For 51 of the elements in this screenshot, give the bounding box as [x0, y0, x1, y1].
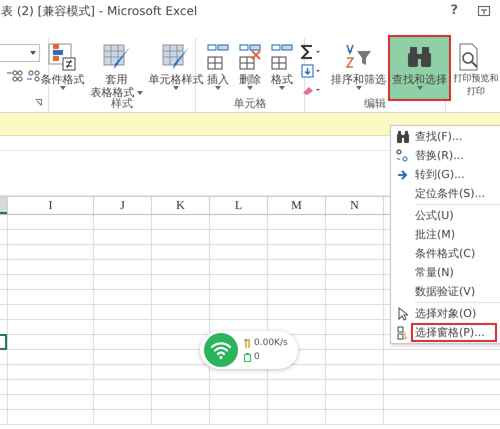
sum-icon[interactable]: [301, 45, 323, 59]
ribbon-button[interactable]: 格式: [267, 41, 297, 100]
column-header[interactable]: K: [151, 197, 209, 214]
menu-item[interactable]: 选择窗格(P)...: [411, 323, 497, 342]
column-header[interactable]: [0, 197, 7, 214]
cells-icon: [237, 43, 263, 71]
phone-icon: [244, 352, 251, 362]
ribbon-button[interactable]: 查找和选择: [390, 37, 449, 99]
menu-item[interactable]: 定位条件(S)...: [391, 184, 500, 203]
sort-filter-icon: [344, 43, 374, 71]
group-label: 编辑: [364, 96, 386, 111]
ribbon-button[interactable]: 条件格式: [38, 41, 86, 100]
menu-item[interactable]: 转到(G)...: [391, 165, 500, 184]
cells-icon: [269, 43, 295, 71]
column-header[interactable]: J: [93, 197, 151, 214]
column-header[interactable]: I: [7, 197, 93, 214]
fill-down-icon[interactable]: [301, 64, 323, 78]
menu-item[interactable]: 替换(R)...: [391, 146, 500, 165]
menu-item[interactable]: 数据验证(V): [391, 282, 500, 301]
selection-pane-icon: [397, 326, 409, 340]
group-label: 单元格: [234, 96, 266, 111]
menu-item[interactable]: 选择对象(O): [391, 304, 500, 323]
menu-item[interactable]: 常量(N): [391, 263, 500, 282]
increase-decimal-icon[interactable]: [6, 70, 24, 82]
speed-text: 0.00K/s: [254, 338, 288, 348]
window-title: 表 (2) [兼容模式] - Microsoft Excel: [1, 3, 198, 20]
menu-item[interactable]: 查找(F)...: [391, 127, 500, 146]
menu-item[interactable]: 公式(U): [391, 206, 500, 225]
menu-item[interactable]: 批注(M): [391, 225, 500, 244]
device-count: 0: [254, 352, 260, 362]
ribbon-button[interactable]: 单元格样式: [146, 41, 206, 100]
transfer-icon: [244, 338, 251, 348]
dialog-launcher-icon[interactable]: [35, 99, 42, 106]
binoculars-icon: [396, 130, 410, 142]
replace-icon: [396, 149, 410, 162]
ribbon-button[interactable]: 打印预览和 打印: [450, 41, 498, 100]
caret-icon: [30, 51, 36, 55]
column-header[interactable]: M: [267, 197, 325, 214]
column-header[interactable]: L: [209, 197, 267, 214]
ribbon-display-icon[interactable]: [478, 6, 490, 16]
column-header[interactable]: N: [325, 197, 383, 214]
conditional-format-icon: [48, 43, 78, 71]
menu-item[interactable]: 条件格式(C): [391, 244, 500, 263]
table-brush-icon: [102, 43, 132, 71]
group-label: 样式: [111, 97, 133, 111]
ribbon-button[interactable]: 插入: [203, 41, 233, 100]
active-cell[interactable]: [0, 334, 7, 350]
arrow-right-icon: [397, 170, 409, 180]
cells-icon: [205, 43, 231, 71]
help-button[interactable]: ?: [450, 3, 458, 18]
cursor-icon: [398, 306, 408, 320]
